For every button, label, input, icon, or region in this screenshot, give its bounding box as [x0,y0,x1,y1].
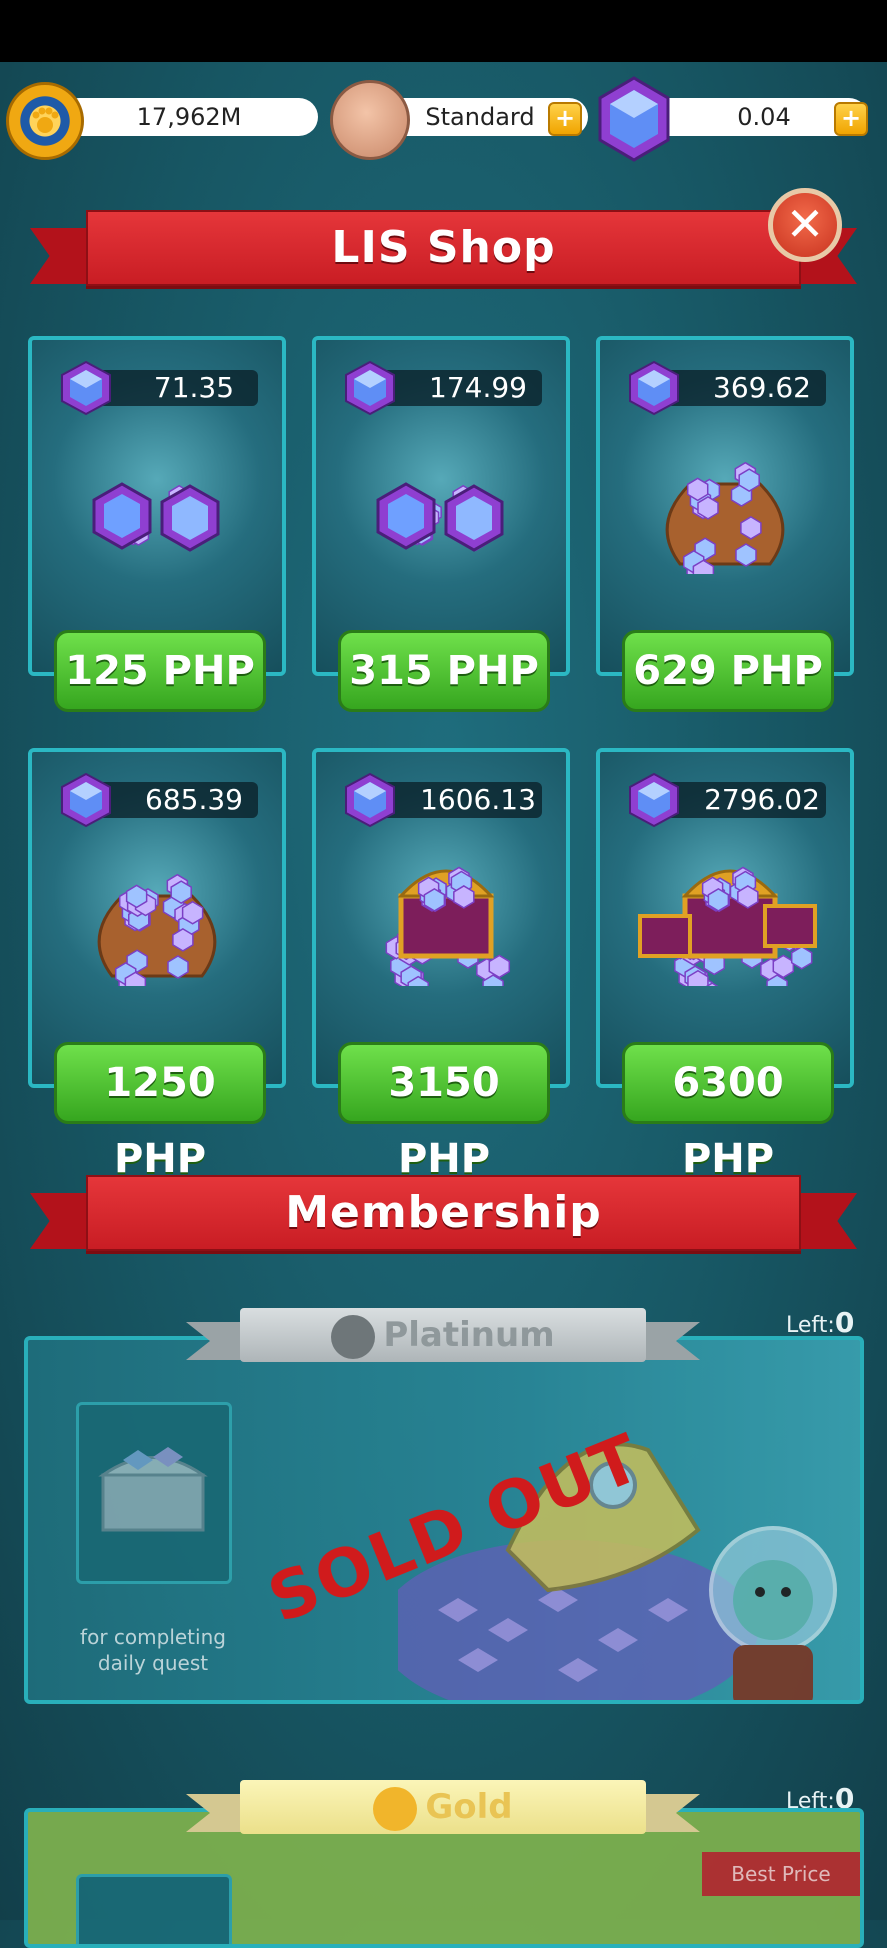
platinum-reward-box [76,1402,232,1584]
currency-bar: 17,962M Standard + 0.04 + [0,62,887,172]
paw-coin-icon [6,82,84,160]
platinum-caption: for completing daily quest [80,1625,226,1675]
gem-amount: 71.35 [153,371,235,404]
gem-icon [345,772,395,828]
gem-icon [629,360,679,416]
shop-item-card[interactable]: 71.35 125 PHP [28,336,286,712]
platinum-left-label: Left:0 [786,1306,855,1339]
membership-header: Membership [30,1165,857,1265]
shop-title-band: LIS Shop [86,210,801,286]
gem-icon [345,360,395,416]
platinum-left-count: 0 [834,1306,855,1339]
buy-price-button[interactable]: 1250 PHP [54,1042,266,1182]
gems-value: 0.04 [737,103,791,131]
platinum-medal-icon [331,1314,376,1359]
status-bar [0,0,887,62]
membership-title: Membership [285,1187,602,1238]
gem-icon [61,772,111,828]
shop-item-card[interactable]: 174.99 315 PHP [312,336,570,712]
platinum-membership-card[interactable]: for completing daily quest SOLD OUT [24,1336,864,1704]
gold-tier-ribbon: Gold [240,1780,646,1834]
gem-chest-icon [385,866,511,986]
buy-price-button[interactable]: 6300 PHP [622,1042,834,1182]
gem-icon [629,772,679,828]
gem-sack-icon [97,873,217,986]
gold-medal-icon [373,1786,418,1831]
shop-header: LIS Shop [30,200,857,300]
gem-amount: 369.62 [713,371,811,404]
coins-display: 17,962M [60,98,318,136]
shop-item-card[interactable]: 1606.13 3150 PHP [312,748,570,1182]
membership-label: Standard [425,103,535,131]
gold-reward-box [76,1874,232,1944]
shop-title: LIS Shop [331,222,556,273]
buy-gems-button[interactable]: + [834,102,868,136]
membership-title-band: Membership [86,1175,801,1251]
upgrade-membership-button[interactable]: + [548,102,582,136]
dolphin-medal-icon [330,80,410,160]
coins-value: 17,962M [136,103,242,131]
buy-price-button[interactable]: 3150 PHP [338,1042,550,1182]
gem-amount: 1606.13 [420,783,536,816]
gold-tier-name: Gold [425,1787,513,1827]
gem-currency-icon [598,76,670,162]
platinum-tier-name: Platinum [383,1315,555,1355]
gem-amount: 2796.02 [704,783,820,816]
gem-pouch-icon [665,461,785,574]
close-button[interactable]: ✕ [768,188,842,262]
shop-item-card[interactable]: 685.39 1250 PHP [28,748,286,1182]
best-price-badge: Best Price [702,1852,860,1896]
gem-amount: 685.39 [145,783,243,816]
gem-amount: 174.99 [429,371,527,404]
shop-item-card[interactable]: 369.62 629 PHP [596,336,854,712]
reward-chest-icon [98,1447,208,1532]
shop-item-card[interactable]: 2796.02 6300 PHP [596,748,854,1182]
buy-price-button[interactable]: 629 PHP [622,630,834,712]
gem-icon [61,360,111,416]
buy-price-button[interactable]: 315 PHP [338,630,550,712]
gem-chests-icon [638,866,817,986]
small-gem-pile-icon [92,482,220,552]
platinum-tier-ribbon: Platinum [240,1308,646,1362]
buy-price-button[interactable]: 125 PHP [54,630,266,712]
gem-pile-icon [376,482,504,552]
